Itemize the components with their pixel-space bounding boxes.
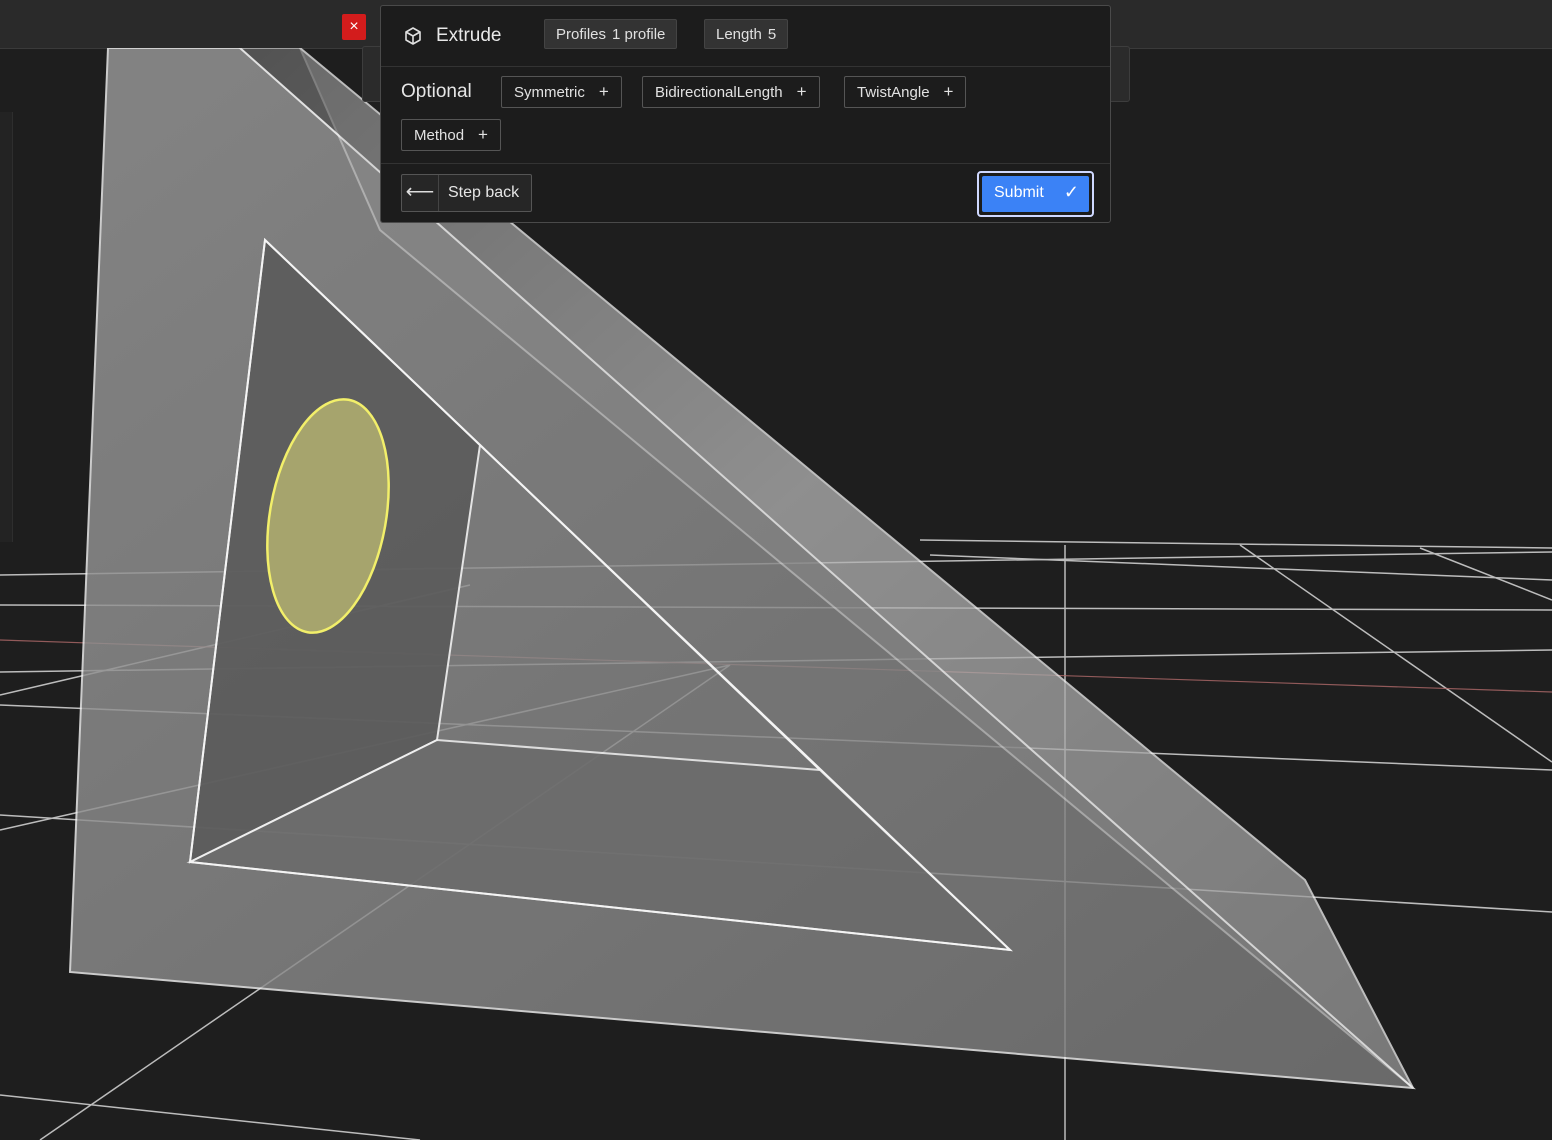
length-param-chip[interactable]: Length 5 (704, 19, 789, 49)
check-icon: ✓ (1063, 182, 1079, 202)
step-back-label: Step back (448, 184, 520, 201)
plus-icon: + (478, 125, 488, 144)
method-label: Method (414, 127, 465, 144)
submit-button-fill: Submit ✓ (982, 176, 1089, 212)
panel-title: Extrude (436, 25, 502, 46)
twist-angle-add-button[interactable]: TwistAngle + (844, 76, 967, 108)
profiles-param-label: Profiles (556, 26, 607, 43)
bidirectional-length-label: BidirectionalLength (655, 84, 783, 101)
twist-angle-label: TwistAngle (857, 84, 930, 101)
method-add-button[interactable]: Method + (401, 119, 501, 151)
bidirectional-length-add-button[interactable]: BidirectionalLength + (642, 76, 820, 108)
arrow-left-icon: ⟵ (402, 175, 439, 211)
panel-header: Extrude Profiles 1 profile Length 5 (381, 6, 1110, 67)
plus-icon: + (598, 82, 609, 101)
close-button[interactable]: × (342, 14, 366, 40)
plus-icon: + (943, 82, 954, 101)
extrude-command-panel: Extrude Profiles 1 profile Length 5 Option… (380, 5, 1111, 223)
symmetric-label: Symmetric (514, 84, 585, 101)
symmetric-add-button[interactable]: Symmetric + (501, 76, 622, 108)
optional-label: Optional (401, 81, 472, 102)
profiles-param-chip[interactable]: Profiles 1 profile (544, 19, 678, 49)
profiles-param-value: 1 profile (612, 26, 666, 43)
submit-button[interactable]: Submit ✓ (977, 171, 1094, 217)
submit-label: Submit (994, 184, 1044, 201)
length-param-label: Length (716, 26, 762, 43)
length-param-value: 5 (767, 26, 777, 43)
cube-icon (405, 27, 421, 45)
step-back-button[interactable]: ⟵ Step back (401, 174, 532, 212)
plus-icon: + (796, 82, 807, 101)
